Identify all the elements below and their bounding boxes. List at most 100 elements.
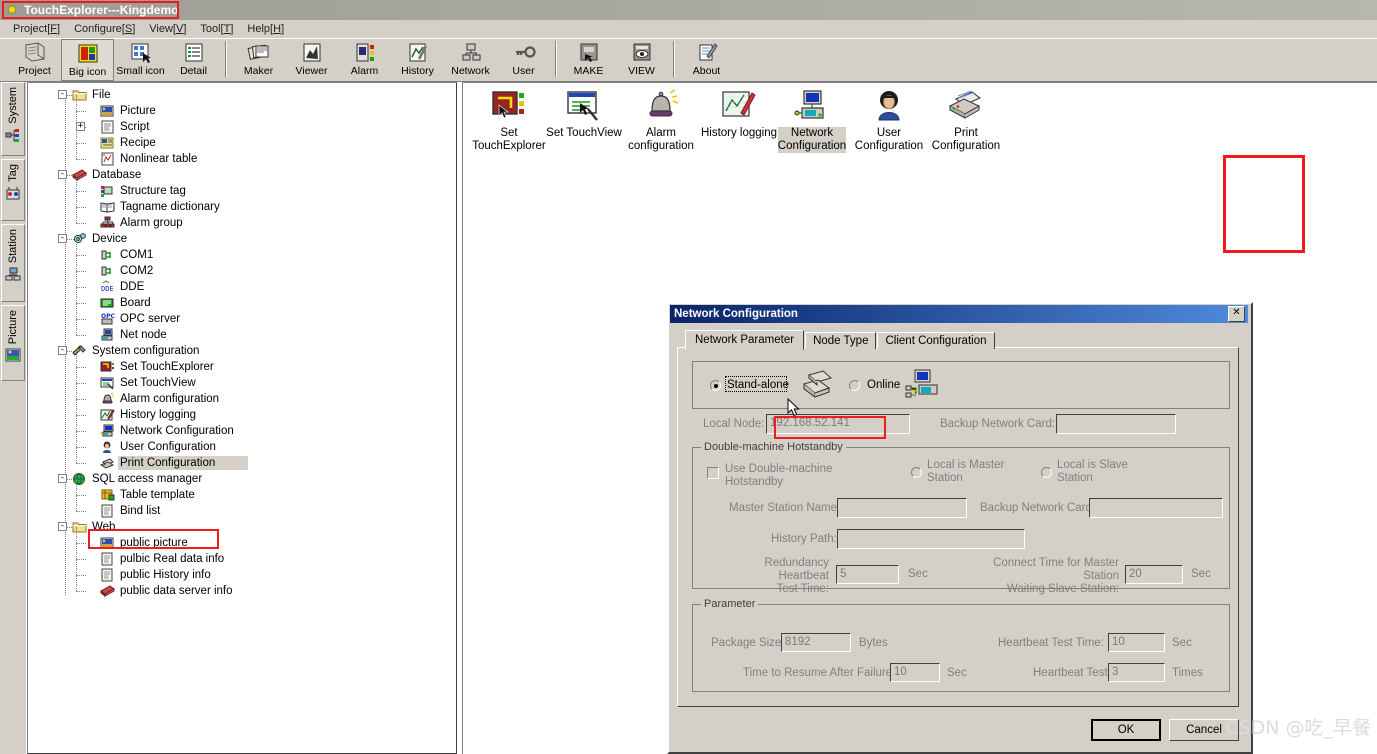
use-hotstandby-checkbox[interactable]: [707, 467, 719, 479]
close-icon[interactable]: ✕: [1228, 306, 1245, 322]
tree-item-nonlinear-table[interactable]: Nonlinear table: [28, 143, 456, 167]
bell-icon: [100, 392, 115, 406]
tree-item-history-logging[interactable]: History logging: [28, 399, 456, 423]
tree-item-tagname-dictionary[interactable]: Tagname dictionary: [28, 191, 456, 215]
online-radio[interactable]: [849, 380, 860, 391]
connect-time-input[interactable]: 20: [1125, 565, 1183, 584]
system-tree-icon: [5, 127, 21, 143]
tree-item-user-configuration[interactable]: User Configuration: [28, 431, 456, 455]
picture-icon: [5, 347, 21, 363]
hotstandby-backup-card-input[interactable]: [1089, 498, 1223, 518]
tree-collapse-toggle[interactable]: -: [58, 346, 67, 355]
local-slave-radio[interactable]: [1041, 467, 1052, 478]
tree-collapse-toggle[interactable]: -: [58, 522, 67, 531]
toolbar-button-about[interactable]: About: [680, 39, 733, 81]
mode-groupbox: Stand-alone Online: [692, 361, 1230, 409]
tree-item-opc-server[interactable]: OPC OPC server: [28, 303, 456, 327]
tree-item-script[interactable]: + Script: [28, 111, 456, 135]
tree-collapse-toggle[interactable]: -: [58, 170, 67, 179]
tree-item-set-touchview[interactable]: Set TouchView: [28, 367, 456, 391]
tree-item-device[interactable]: - Device: [28, 231, 456, 247]
menu-item-view[interactable]: View[V]: [142, 22, 193, 36]
big-icon-print-configuration[interactable]: Print Configuration: [920, 89, 1012, 153]
standalone-radio[interactable]: [710, 380, 721, 391]
tree-item-label: Structure tag: [120, 185, 186, 197]
menu-label-view: View[: [149, 22, 176, 35]
redundancy-heartbeat-input[interactable]: 5: [836, 565, 899, 584]
heartbeat-test-time-input[interactable]: 10: [1108, 633, 1165, 652]
toolbar-button-make[interactable]: MAKE: [562, 39, 615, 81]
tree-item-public-picture[interactable]: public picture: [28, 527, 456, 551]
local-node-input[interactable]: 192.168.52.141: [766, 414, 910, 434]
toolbar-button-detail[interactable]: Detail: [167, 39, 220, 81]
heartbeat-test-time-unit: Sec: [1172, 637, 1192, 649]
tree-item-network-configuration[interactable]: Network Configuration: [28, 415, 456, 439]
toolbar-button-project[interactable]: Project: [8, 39, 61, 81]
tab-client-configuration[interactable]: Client Configuration: [877, 332, 995, 349]
toolbar-button-alarm[interactable]: Alarm: [338, 39, 391, 81]
tree-item-dde[interactable]: DDE DDE: [28, 271, 456, 295]
tree-item-net-node[interactable]: Net node: [28, 319, 456, 343]
master-station-name-input[interactable]: [837, 498, 967, 518]
set-touchexplorer-icon: [491, 89, 527, 123]
history-path-input[interactable]: [837, 529, 1025, 549]
tree-item-table-template[interactable]: Table template: [28, 479, 456, 503]
menu-item-project[interactable]: Project[F]: [6, 22, 67, 36]
sidebar-tab-picture[interactable]: Picture: [1, 305, 25, 381]
tree-item-web[interactable]: - Web: [28, 519, 456, 535]
menu-label-tool: Tool[: [200, 22, 224, 35]
toolbar-button-small-icon[interactable]: Small icon: [114, 39, 167, 81]
tree-connector: [76, 511, 86, 513]
menu-item-configure[interactable]: Configure[S]: [67, 22, 142, 36]
tree-item-com1[interactable]: COM1: [28, 239, 456, 263]
project-tree-panel[interactable]: - File Picture + Script Recipe Nonlinear table…: [27, 82, 457, 754]
toolbar-button-network[interactable]: Network: [444, 39, 497, 81]
tree-item-pulbic-real-data-info[interactable]: pulbic Real data info: [28, 543, 456, 567]
tree-item-system-configuration[interactable]: - System configuration: [28, 343, 456, 359]
tree-item-set-touchexplorer[interactable]: Set TouchExplorer: [28, 351, 456, 375]
tree-item-structure-tag[interactable]: Structure tag: [28, 175, 456, 199]
tab-network-parameter[interactable]: Network Parameter: [685, 330, 805, 350]
cancel-button[interactable]: Cancel: [1169, 719, 1239, 741]
tree-item-picture[interactable]: Picture: [28, 95, 456, 119]
toolbar-button-maker[interactable]: Maker: [232, 39, 285, 81]
tree-item-alarm-group[interactable]: Alarm group: [28, 207, 456, 231]
toolbar-button-user[interactable]: User: [497, 39, 550, 81]
maker-icon: [246, 41, 272, 65]
toolbar-button-big-icon[interactable]: Big icon: [61, 39, 114, 81]
tree-connector: [76, 159, 86, 161]
sidebar-tab-station[interactable]: Station: [1, 224, 25, 302]
tree-item-alarm-configuration[interactable]: Alarm configuration: [28, 383, 456, 407]
tree-item-com2[interactable]: COM2: [28, 255, 456, 279]
tree-item-bind-list[interactable]: Bind list: [28, 495, 456, 519]
local-master-radio[interactable]: [911, 467, 922, 478]
tree-item-board[interactable]: Board: [28, 287, 456, 311]
tree-collapse-toggle[interactable]: -: [58, 90, 67, 99]
toolbar-button-history[interactable]: History: [391, 39, 444, 81]
tree-item-public-data-server-info[interactable]: public data server info: [28, 575, 456, 599]
backup-network-card-input[interactable]: [1056, 414, 1176, 434]
tree-item-database[interactable]: - Database: [28, 167, 456, 183]
package-size-input[interactable]: 8192: [781, 633, 851, 652]
tab-node-type[interactable]: Node Type: [805, 332, 877, 349]
package-size-unit: Bytes: [859, 637, 888, 649]
tree-collapse-toggle[interactable]: -: [58, 474, 67, 483]
sidebar-tab-system[interactable]: System: [1, 82, 25, 156]
tree-item-public-history-info[interactable]: public History info: [28, 559, 456, 583]
menu-item-help[interactable]: Help[H]: [240, 22, 291, 36]
user-key-icon: [511, 41, 537, 65]
heartbeat-test-input[interactable]: 3: [1108, 663, 1165, 682]
sidebar-tab-tag[interactable]: Tag: [1, 159, 25, 221]
tree-item-recipe[interactable]: Recipe: [28, 127, 456, 151]
tree-item-sql-access-manager[interactable]: - SQL access manager: [28, 471, 456, 487]
toolbar-button-view[interactable]: VIEW: [615, 39, 668, 81]
tree-item-print-configuration[interactable]: Print Configuration: [28, 447, 456, 471]
tree-item-label: COM2: [120, 265, 154, 277]
ok-button[interactable]: OK: [1091, 719, 1161, 741]
tree-connector-v: [76, 143, 78, 159]
toolbar-button-viewer[interactable]: Viewer: [285, 39, 338, 81]
tree-collapse-toggle[interactable]: -: [58, 234, 67, 243]
resume-time-input[interactable]: 10: [890, 663, 940, 682]
menu-item-tool[interactable]: Tool[T]: [193, 22, 240, 36]
tree-item-file[interactable]: - File: [28, 87, 456, 103]
